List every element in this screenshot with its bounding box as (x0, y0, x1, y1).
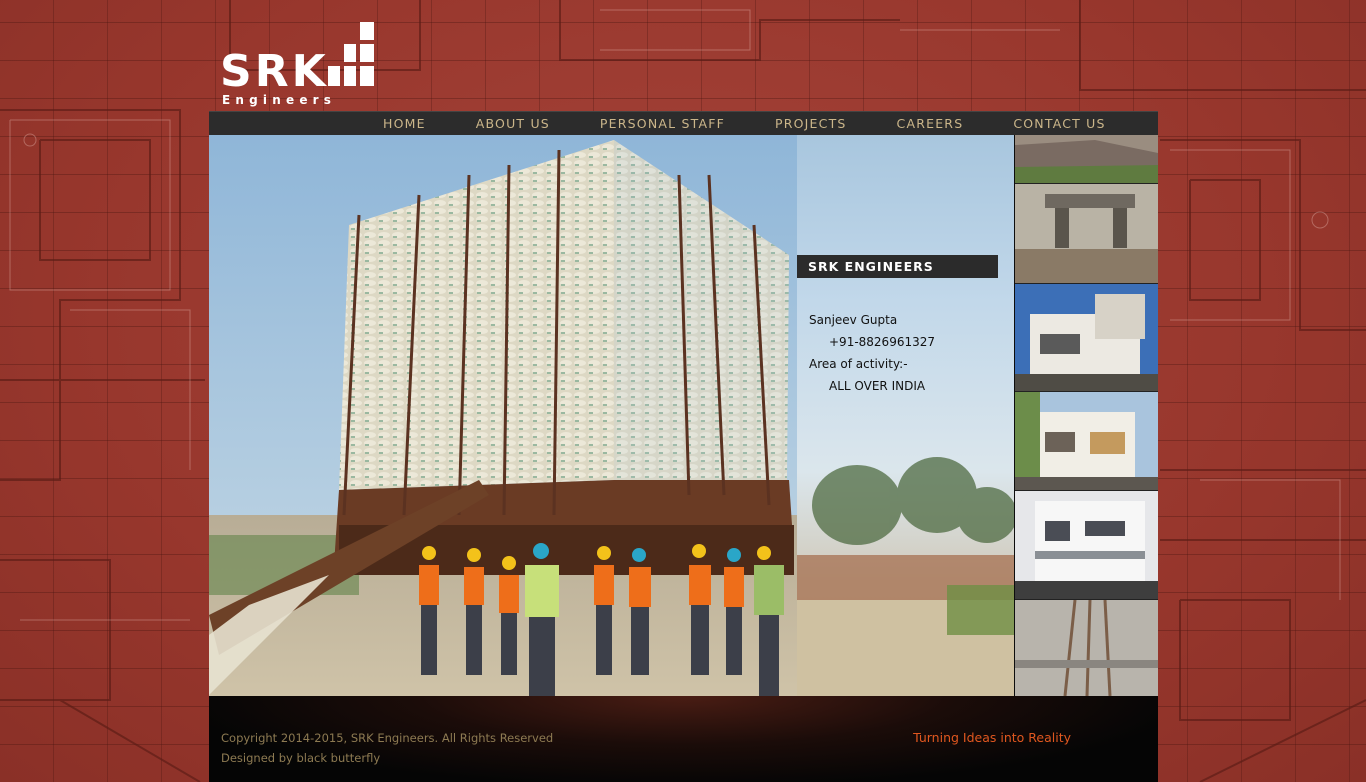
contact-info-panel: SRK ENGINEERS Sanjeev Gupta +91-88269613… (797, 135, 1014, 696)
contact-phone: +91-8826961327 (829, 335, 936, 349)
thumbnail-1[interactable] (1015, 135, 1158, 184)
contact-name: Sanjeev Gupta (809, 313, 898, 327)
contact-details: Sanjeev Gupta +91-8826961327 Area of act… (809, 309, 935, 397)
designer-credit[interactable]: Designed by black butterfly (221, 748, 553, 768)
copyright-text: Copyright 2014-2015, SRK Engineers. All … (221, 731, 554, 745)
main-nav: HOME ABOUT US PERSONAL STAFF PROJECTS CA… (209, 111, 1158, 137)
thumbnail-5[interactable] (1015, 491, 1158, 600)
nav-home[interactable]: HOME (383, 112, 426, 136)
srk-logo[interactable]: SRK Engineers (220, 22, 380, 108)
nav-projects[interactable]: PROJECTS (775, 112, 847, 136)
footer: Copyright 2014-2015, SRK Engineers. All … (209, 696, 1158, 782)
nav-about-us[interactable]: ABOUT US (476, 112, 550, 136)
footer-credits: Copyright 2014-2015, SRK Engineers. All … (221, 728, 553, 768)
logo-wordmark: SRK (220, 46, 329, 97)
thumbnail-6[interactable] (1015, 600, 1158, 696)
hero-construction-photo (209, 135, 797, 696)
thumbnail-4[interactable] (1015, 392, 1158, 491)
area-value: ALL OVER INDIA (829, 379, 926, 393)
nav-contact-us[interactable]: CONTACT US (1013, 112, 1105, 136)
nav-careers[interactable]: CAREERS (897, 112, 964, 136)
nav-personal-staff[interactable]: PERSONAL STAFF (600, 112, 725, 136)
logo-blocks-icon (328, 22, 376, 90)
tagline: Turning Ideas into Reality (913, 730, 1071, 745)
thumbnail-3[interactable] (1015, 284, 1158, 392)
area-label: Area of activity:- (809, 357, 908, 371)
project-thumbnails (1015, 135, 1158, 696)
info-title: SRK ENGINEERS (797, 255, 998, 278)
logo-subtitle: Engineers (222, 93, 337, 107)
thumbnail-2[interactable] (1015, 184, 1158, 284)
main-content: SRK ENGINEERS Sanjeev Gupta +91-88269613… (209, 135, 1158, 696)
